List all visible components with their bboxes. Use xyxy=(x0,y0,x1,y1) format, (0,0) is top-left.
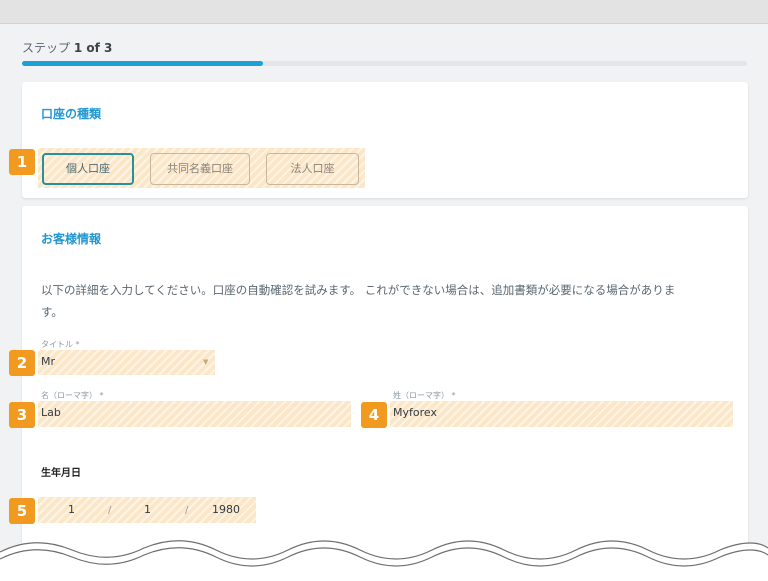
annotation-badge-4: 4 xyxy=(361,402,387,428)
progress-bar xyxy=(22,61,747,66)
step-count: 1 of 3 xyxy=(73,41,113,55)
first-name-label: 名（ローマ字） * xyxy=(41,391,104,400)
dob-year-input[interactable]: 1980 xyxy=(212,503,240,516)
account-type-individual-button[interactable]: 個人口座 xyxy=(42,153,134,185)
progress-bar-fill xyxy=(22,61,264,66)
intro-text: 以下の詳細を入力してください。口座の自動確認を試みます。 これができない場合は、… xyxy=(41,283,676,297)
step-prefix: ステップ xyxy=(22,41,71,55)
first-name-value: Lab xyxy=(41,406,61,419)
customer-info-card: お客様情報 以下の詳細を入力してください。口座の自動確認を試みます。 これができ… xyxy=(22,206,748,581)
title-select-value: Mr xyxy=(41,355,56,368)
title-select[interactable] xyxy=(38,350,215,375)
annotation-badge-5: 5 xyxy=(9,498,35,524)
account-type-joint-button[interactable]: 共同名義口座 xyxy=(150,153,250,185)
torn-edge-decoration xyxy=(0,540,768,581)
dob-separator: / xyxy=(108,505,112,516)
chevron-down-icon: ▼ xyxy=(203,358,209,366)
browser-top-bar xyxy=(0,0,768,24)
annotation-badge-2: 2 xyxy=(9,350,35,376)
title-field-label: タイトル * xyxy=(41,340,80,349)
dob-label: 生年月日 xyxy=(41,468,81,479)
customer-info-intro: 以下の詳細を入力してください。口座の自動確認を試みます。 これができない場合は、… xyxy=(41,279,731,323)
account-type-title: 口座の種類 xyxy=(41,107,102,121)
dob-separator: / xyxy=(185,505,189,516)
last-name-input[interactable] xyxy=(390,401,733,427)
annotation-badge-1: 1 xyxy=(9,149,35,175)
intro-text-continued: す。 xyxy=(41,305,63,319)
first-name-input[interactable] xyxy=(38,401,351,427)
customer-info-title: お客様情報 xyxy=(41,232,102,246)
annotation-badge-3: 3 xyxy=(9,402,35,428)
last-name-value: Myforex xyxy=(393,406,437,419)
dob-day-input[interactable]: 1 xyxy=(68,503,75,516)
account-type-corporate-button[interactable]: 法人口座 xyxy=(266,153,359,185)
step-indicator: ステップ 1 of 3 xyxy=(22,39,112,56)
dob-month-input[interactable]: 1 xyxy=(144,503,151,516)
last-name-label: 姓（ローマ字） * xyxy=(393,391,456,400)
